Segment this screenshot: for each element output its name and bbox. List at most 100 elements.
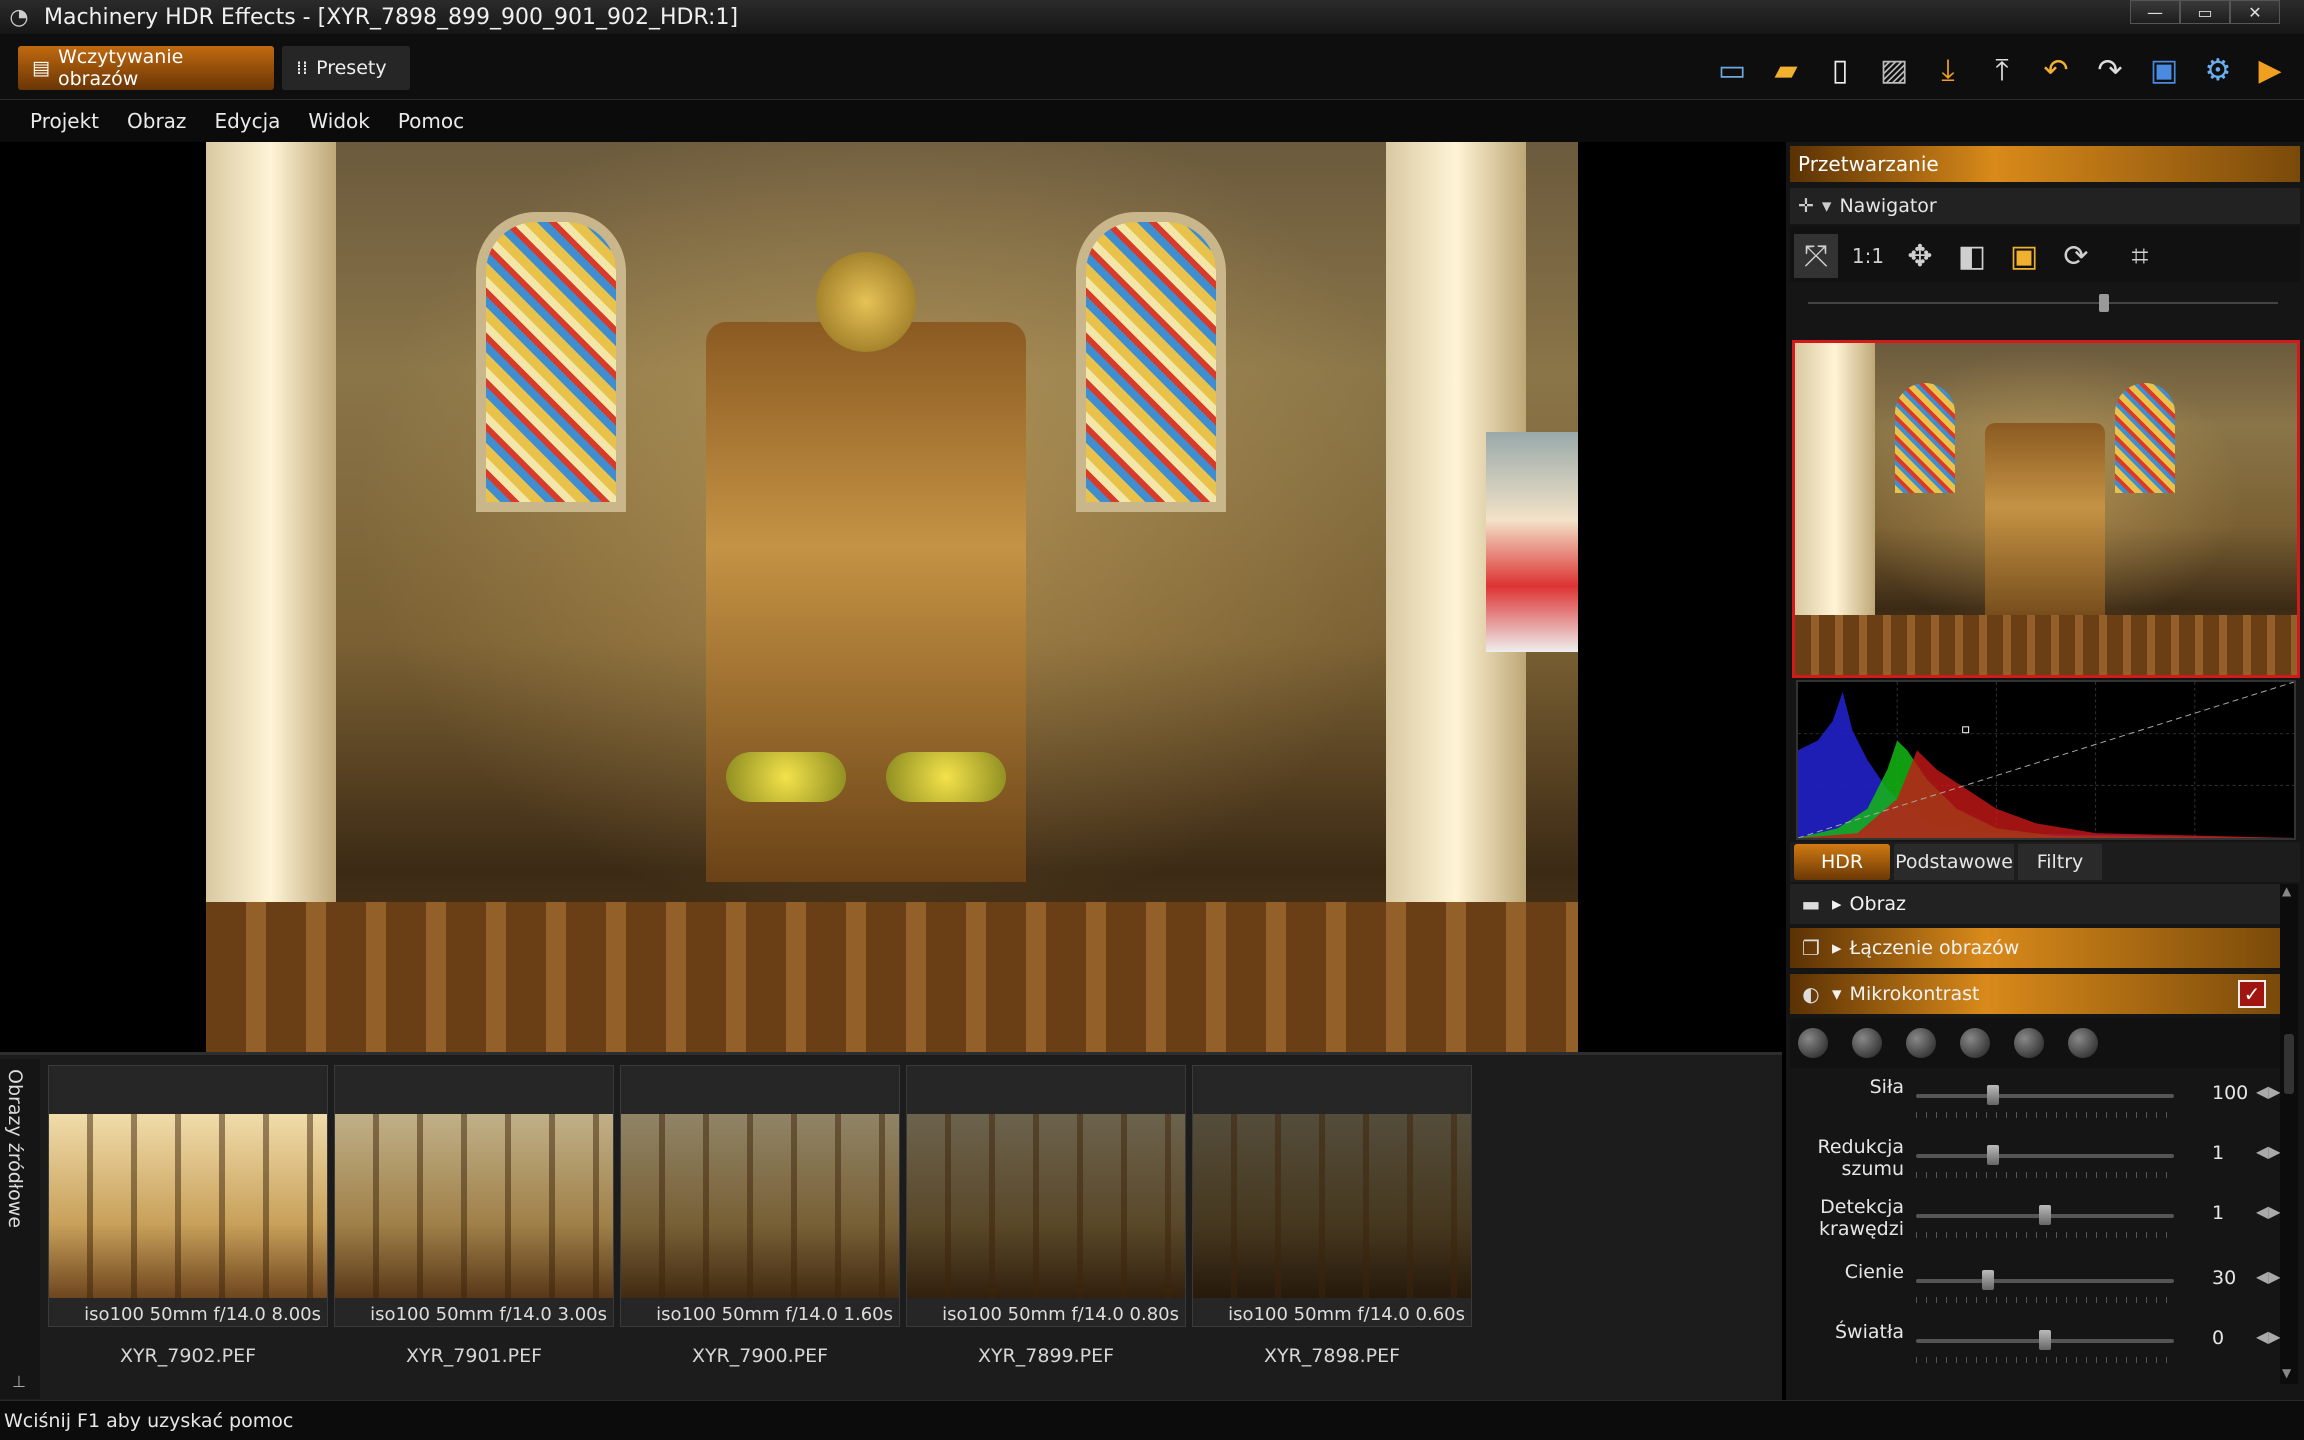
source-thumbnail[interactable]: iso100 50mm f/14.0 0.80s [906,1065,1186,1327]
thumbnail-image [335,1114,613,1298]
navigator-header[interactable]: ✛ ▾ Nawigator [1790,188,2300,224]
stepper-arrows-icon[interactable]: ◀▶ [2256,1202,2281,1221]
param-slider-thumb[interactable] [1982,1270,1995,1290]
preset-dot[interactable] [1906,1028,1936,1058]
stepper-arrows-icon[interactable]: ◀▶ [2256,1142,2281,1161]
frame-icon[interactable]: ▣ [2002,234,2046,278]
navigator-toolbar: ⤧ 1:1 ✥ ◧ ▣ ⟳ ⌗ [1790,226,2300,282]
minimize-button[interactable]: — [2130,0,2180,24]
maximize-button[interactable]: ▭ [2180,0,2230,24]
stepper-arrows-icon[interactable]: ◀▶ [2256,1082,2281,1101]
preset-dot[interactable] [2068,1028,2098,1058]
close-button[interactable]: ✕ [2230,0,2280,24]
fit-screen-icon[interactable]: ⤧ [1794,234,1838,278]
source-thumbnail[interactable]: iso100 50mm f/14.0 3.00s [334,1065,614,1327]
tab-podstawowe[interactable]: Podstawowe [1894,844,2014,880]
menu-projekt[interactable]: Projekt [30,109,99,133]
pan-icon[interactable]: ✥ [1898,234,1942,278]
pattern-icon[interactable]: ▨ [1874,50,1914,90]
param-slider[interactable] [1916,1085,2174,1105]
panel-scrollbar[interactable]: ▲ ▼ [2280,884,2298,1384]
stepper-arrows-icon[interactable]: ◀▶ [2256,1327,2281,1346]
download-icon[interactable]: ⤓ [1928,50,1968,90]
app-logo-icon: ◔ [9,4,29,30]
title-bar: ◔ Machinery HDR Effects - [XYR_7898_899_… [0,0,2304,34]
tab-hdr[interactable]: HDR [1794,844,1890,880]
one-to-one-button[interactable]: 1:1 [1846,234,1890,278]
chevron-right-icon: ▸ [1832,893,1842,915]
source-thumbnail[interactable]: iso100 50mm f/14.0 8.00s [48,1065,328,1327]
undo-icon[interactable]: ↶ [2036,50,2076,90]
processing-header: Przetwarzanie [1790,146,2300,182]
section-obraz-label: Obraz [1849,893,1906,915]
param-slider-thumb[interactable] [2039,1205,2051,1225]
stepper-arrows-icon[interactable]: ◀▶ [2256,1267,2281,1286]
param-row: Detekcja krawędzi 1 ◀▶ [1790,1190,2281,1250]
param-slider[interactable] [1916,1270,2174,1290]
preset-dot[interactable] [1960,1028,1990,1058]
settings-gear-icon[interactable]: ⚙ [2198,50,2238,90]
mikrokontrast-checkbox[interactable]: ✓ [2238,980,2266,1008]
source-thumbnail[interactable]: iso100 50mm f/14.0 1.60s [620,1065,900,1327]
section-mikrokontrast[interactable]: ◐ ▾ Mikrokontrast ✓ [1790,974,2280,1014]
param-slider-thumb[interactable] [1987,1085,2000,1105]
folder-icon[interactable]: ▰ [1766,50,1806,90]
histogram[interactable] [1796,680,2296,840]
scroll-down-icon[interactable]: ▼ [2282,1366,2291,1380]
scrollbar-thumb[interactable] [2284,1034,2294,1094]
menu-pomoc[interactable]: Pomoc [398,109,464,133]
thumbnail-exif: iso100 50mm f/14.0 3.00s [370,1304,607,1325]
thumbnail-exif: iso100 50mm f/14.0 0.60s [1228,1304,1465,1325]
zoom-slider[interactable] [1808,294,2278,312]
window-title: Machinery HDR Effects - [XYR_7898_899_90… [44,4,739,30]
rotate-icon[interactable]: ⟳ [2054,234,2098,278]
pin-icon[interactable]: ✛ [1798,195,1814,217]
save-icon[interactable]: ▣ [2144,50,2184,90]
zoom-slider-thumb[interactable] [2099,294,2110,312]
thumbnail-exif: iso100 50mm f/14.0 1.60s [656,1304,893,1325]
param-ticks [1916,1112,2174,1118]
param-value: 30 [2212,1267,2237,1289]
mikrokontrast-presets [1790,1018,2280,1068]
image-viewer[interactable] [0,142,1782,1052]
crop-icon[interactable]: ⌗ [2118,234,2162,278]
tab-filtry[interactable]: Filtry [2018,844,2102,880]
param-row: Siła 100 ◀▶ [1790,1070,2281,1130]
param-slider[interactable] [1916,1205,2174,1225]
tab-loading-images[interactable]: ▤ Wczytywanie obrazów [18,46,274,90]
preset-dot[interactable] [1852,1028,1882,1058]
chevron-down-icon: ▾ [1832,983,1842,1005]
menu-edycja[interactable]: Edycja [214,109,280,133]
param-slider-thumb[interactable] [1987,1145,2000,1165]
play-icon[interactable]: ▶ [2250,50,2290,90]
hdr-preview-image[interactable] [206,142,1578,1052]
scroll-up-icon[interactable]: ▲ [2282,884,2291,898]
param-slider[interactable] [1916,1145,2174,1165]
section-laczenie-obrazow[interactable]: ❐ ▸ Łączenie obrazów [1790,928,2280,968]
menu-widok[interactable]: Widok [308,109,369,133]
upload-icon[interactable]: ⤒ [1982,50,2022,90]
redo-icon[interactable]: ↷ [2090,50,2130,90]
preset-dot[interactable] [2014,1028,2044,1058]
merge-icon: ❐ [1802,936,1820,960]
menu-obraz[interactable]: Obraz [127,109,186,133]
param-row: Światła 0 ◀▶ [1790,1315,2281,1375]
section-obraz[interactable]: ▬ ▸ Obraz [1790,884,2280,924]
processing-panel: Przetwarzanie ✛ ▾ Nawigator ⤧ 1:1 ✥ ◧ ▣ … [1786,142,2304,1400]
tab-presets[interactable]: ⁞⁞ Presety [282,46,410,90]
status-bar: Wciśnij F1 aby uzyskać pomoc [0,1400,2304,1440]
portrait-painting [1486,432,1578,652]
navigator-preview[interactable] [1792,340,2300,678]
document-icon[interactable]: ▯ [1820,50,1860,90]
split-view-icon[interactable]: ◧ [1950,234,1994,278]
param-slider-thumb[interactable] [2039,1330,2051,1350]
param-value: 1 [2212,1202,2225,1224]
param-slider[interactable] [1916,1330,2174,1350]
thumbnail-filename: XYR_7900.PEF [691,1345,829,1367]
preset-dot[interactable] [1798,1028,1828,1058]
pin-icon[interactable]: ⊥ [12,1372,26,1391]
thumbnail-image [907,1114,1185,1298]
tab-loading-label: Wczytywanie obrazów [57,46,184,90]
source-thumbnail[interactable]: iso100 50mm f/14.0 0.60s [1192,1065,1472,1327]
image-icon[interactable]: ▭ [1712,50,1752,90]
